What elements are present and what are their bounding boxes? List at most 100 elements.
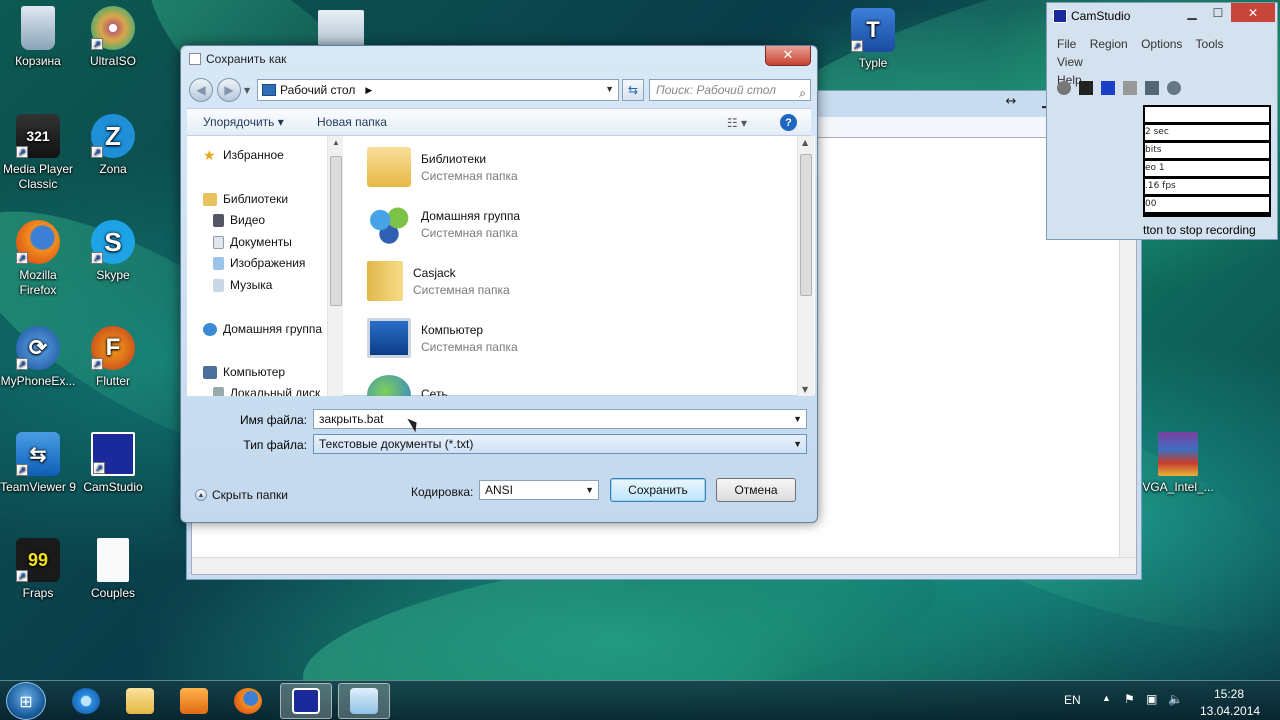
minimize-button[interactable]: ▁	[1179, 3, 1205, 22]
desktop-icon-couples[interactable]: Couples	[75, 538, 151, 601]
taskbar-internet-explorer[interactable]	[60, 683, 112, 719]
homegroup-icon	[367, 204, 411, 244]
camstudio-window[interactable]: CamStudio ▁ ☐ ✕ File Region Options Tool…	[1046, 2, 1278, 240]
desktop-icon-vga-intel[interactable]: VGA_Intel_...	[1140, 432, 1216, 495]
chevron-down-icon[interactable]: ▼	[793, 435, 802, 453]
view-options-icon[interactable]: ☷ ▾	[727, 116, 747, 130]
libraries-folder-icon	[367, 147, 411, 187]
stop-icon[interactable]	[1101, 81, 1115, 95]
menu-region[interactable]: Region	[1090, 37, 1128, 51]
action-center-flag-icon[interactable]: ⚑	[1124, 692, 1135, 706]
desktop-icon-camstudio[interactable]: ↗ CamStudio	[75, 432, 151, 495]
scrollbar-thumb[interactable]	[800, 154, 812, 296]
list-item[interactable]: Домашняя группа Системная папка	[367, 199, 520, 249]
taskbar-explorer[interactable]	[114, 683, 166, 719]
scrollbar-thumb[interactable]	[330, 156, 342, 306]
nav-item-pictures[interactable]: Изображения	[213, 256, 305, 270]
start-button[interactable]: ⊞	[6, 682, 46, 720]
desktop-icon-zona[interactable]: Z ↗ Zona	[75, 114, 151, 177]
maximize-button[interactable]: ☐	[1205, 3, 1231, 22]
cancel-button[interactable]: Отмена	[716, 478, 796, 502]
nav-item-libraries[interactable]: Библиотеки	[203, 192, 288, 206]
nav-item-music[interactable]: Музыка	[213, 278, 272, 292]
refresh-button[interactable]: ⇆	[622, 79, 644, 101]
stat-line: 2 sec	[1145, 125, 1269, 140]
menu-options[interactable]: Options	[1141, 37, 1182, 51]
encoding-select[interactable]: ANSI ▼	[479, 480, 599, 500]
desktop-icon-myphoneexplorer[interactable]: ⟳ ↗ MyPhoneEx...	[0, 326, 76, 389]
volume-icon[interactable]: 🔈	[1168, 692, 1183, 706]
nav-item-favorites[interactable]: ★ Избранное	[203, 146, 284, 163]
chevron-down-icon[interactable]: ▼	[605, 84, 614, 94]
star-icon: ★	[203, 146, 216, 163]
options-icon[interactable]	[1167, 81, 1181, 95]
clock-date[interactable]: 13.04.2014	[1200, 704, 1260, 718]
menu-file[interactable]: File	[1057, 37, 1076, 51]
fraps-icon: 99 ↗	[16, 538, 60, 582]
nav-item-local-disk[interactable]: Локальный диск	[213, 386, 320, 396]
desktop-icon-flutter[interactable]: F ↗ Flutter	[75, 326, 151, 389]
system-tray: EN ▲ ⚑ ▣ 🔈 15:28 13.04.2014	[1050, 681, 1280, 720]
taskbar-notepad[interactable]	[338, 683, 390, 719]
file-list-scrollbar[interactable]: ▲ ▼	[797, 136, 814, 396]
nav-item-documents[interactable]: Документы	[213, 235, 292, 249]
scroll-up-icon[interactable]: ▲	[332, 138, 340, 147]
desktop-icon-fraps[interactable]: 99 ↗ Fraps	[0, 538, 76, 601]
taskbar-media-player[interactable]	[168, 683, 220, 719]
dialog-close-button[interactable]: ✕	[765, 46, 811, 66]
desktop-icon-firefox[interactable]: ↗ Mozilla Firefox	[0, 220, 76, 298]
save-as-dialog[interactable]: Сохранить как ✕ ◀ ▶ ▼ Рабочий стол ▶ ▼ ⇆…	[180, 45, 818, 523]
address-bar[interactable]: Рабочий стол ▶ ▼	[257, 79, 619, 101]
nav-item-video[interactable]: Видео	[213, 213, 265, 227]
list-item[interactable]: Компьютер Системная папка	[367, 313, 518, 363]
clock-time[interactable]: 15:28	[1214, 687, 1244, 701]
menu-tools[interactable]: Tools	[1196, 37, 1224, 51]
nav-item-homegroup[interactable]: Домашняя группа	[203, 322, 322, 336]
desktop-icon-media-player-classic[interactable]: 321 ↗ Media Player Classic	[0, 114, 76, 192]
save-icon[interactable]	[1145, 81, 1159, 95]
horizontal-scrollbar[interactable]	[192, 557, 1136, 574]
scroll-up-icon[interactable]: ▲	[802, 138, 808, 147]
taskbar-firefox[interactable]	[222, 683, 274, 719]
filetype-select[interactable]: Текстовые документы (*.txt) ▼	[313, 434, 807, 454]
recent-pages-icon[interactable]: ▼	[244, 86, 250, 95]
breadcrumb-chevron-icon[interactable]: ▶	[365, 85, 372, 96]
list-item[interactable]: Библиотеки Системная папка	[367, 142, 518, 192]
flutter-icon: F ↗	[91, 326, 135, 370]
filename-input[interactable]: закрыть.bat ▼	[313, 409, 807, 429]
organize-button[interactable]: Упорядочить ▾	[203, 115, 284, 129]
gear-icon[interactable]	[318, 10, 364, 46]
list-item[interactable]: Сеть	[367, 370, 448, 396]
desktop-icon-ultraiso[interactable]: ↗ UltraISO	[75, 6, 151, 69]
taskbar-camstudio[interactable]	[280, 683, 332, 719]
navigation-scrollbar[interactable]: ▲	[327, 136, 343, 396]
back-button[interactable]: ◀	[189, 78, 213, 102]
forward-button[interactable]: ▶	[217, 78, 241, 102]
save-button[interactable]: Сохранить	[610, 478, 706, 502]
desktop-icon-typle[interactable]: T ↗ Typle	[835, 8, 911, 71]
camstudio-stats-panel: 2 sec bits eo 1 .16 fps 00	[1143, 105, 1271, 217]
chevron-down-icon[interactable]: ▼	[793, 410, 802, 428]
desktop-icon-recycle-bin[interactable]: Корзина	[0, 6, 76, 69]
list-item[interactable]: Casjack Системная папка	[367, 256, 510, 306]
help-icon[interactable]: ?	[780, 114, 797, 131]
new-folder-button[interactable]: Новая папка	[317, 115, 387, 129]
scroll-down-icon[interactable]: ▼	[802, 385, 808, 394]
record-icon[interactable]	[1057, 81, 1071, 95]
desktop-icon-skype[interactable]: S ↗ Skype	[75, 220, 151, 283]
chevron-down-icon[interactable]: ▼	[585, 481, 594, 499]
hide-folders-toggle[interactable]: ▲ Скрыть папки	[195, 488, 288, 502]
show-hidden-icons-icon[interactable]: ▲	[1102, 693, 1111, 703]
resize-icon[interactable]: ↔	[993, 91, 1029, 111]
search-icon[interactable]: ⌕	[799, 83, 806, 103]
network-icon[interactable]: ▣	[1146, 692, 1157, 706]
camstudio-window-controls: ▁ ☐ ✕	[1179, 3, 1275, 22]
pause-icon[interactable]	[1079, 81, 1093, 95]
search-input[interactable]: Поиск: Рабочий стол ⌕	[649, 79, 811, 101]
nav-item-computer[interactable]: Компьютер	[203, 365, 285, 379]
language-indicator[interactable]: EN	[1064, 693, 1081, 707]
menu-view[interactable]: View	[1057, 55, 1083, 69]
region-icon[interactable]	[1123, 81, 1137, 95]
desktop-icon-teamviewer[interactable]: ⇆ ↗ TeamViewer 9	[0, 432, 76, 495]
close-button[interactable]: ✕	[1231, 3, 1275, 22]
